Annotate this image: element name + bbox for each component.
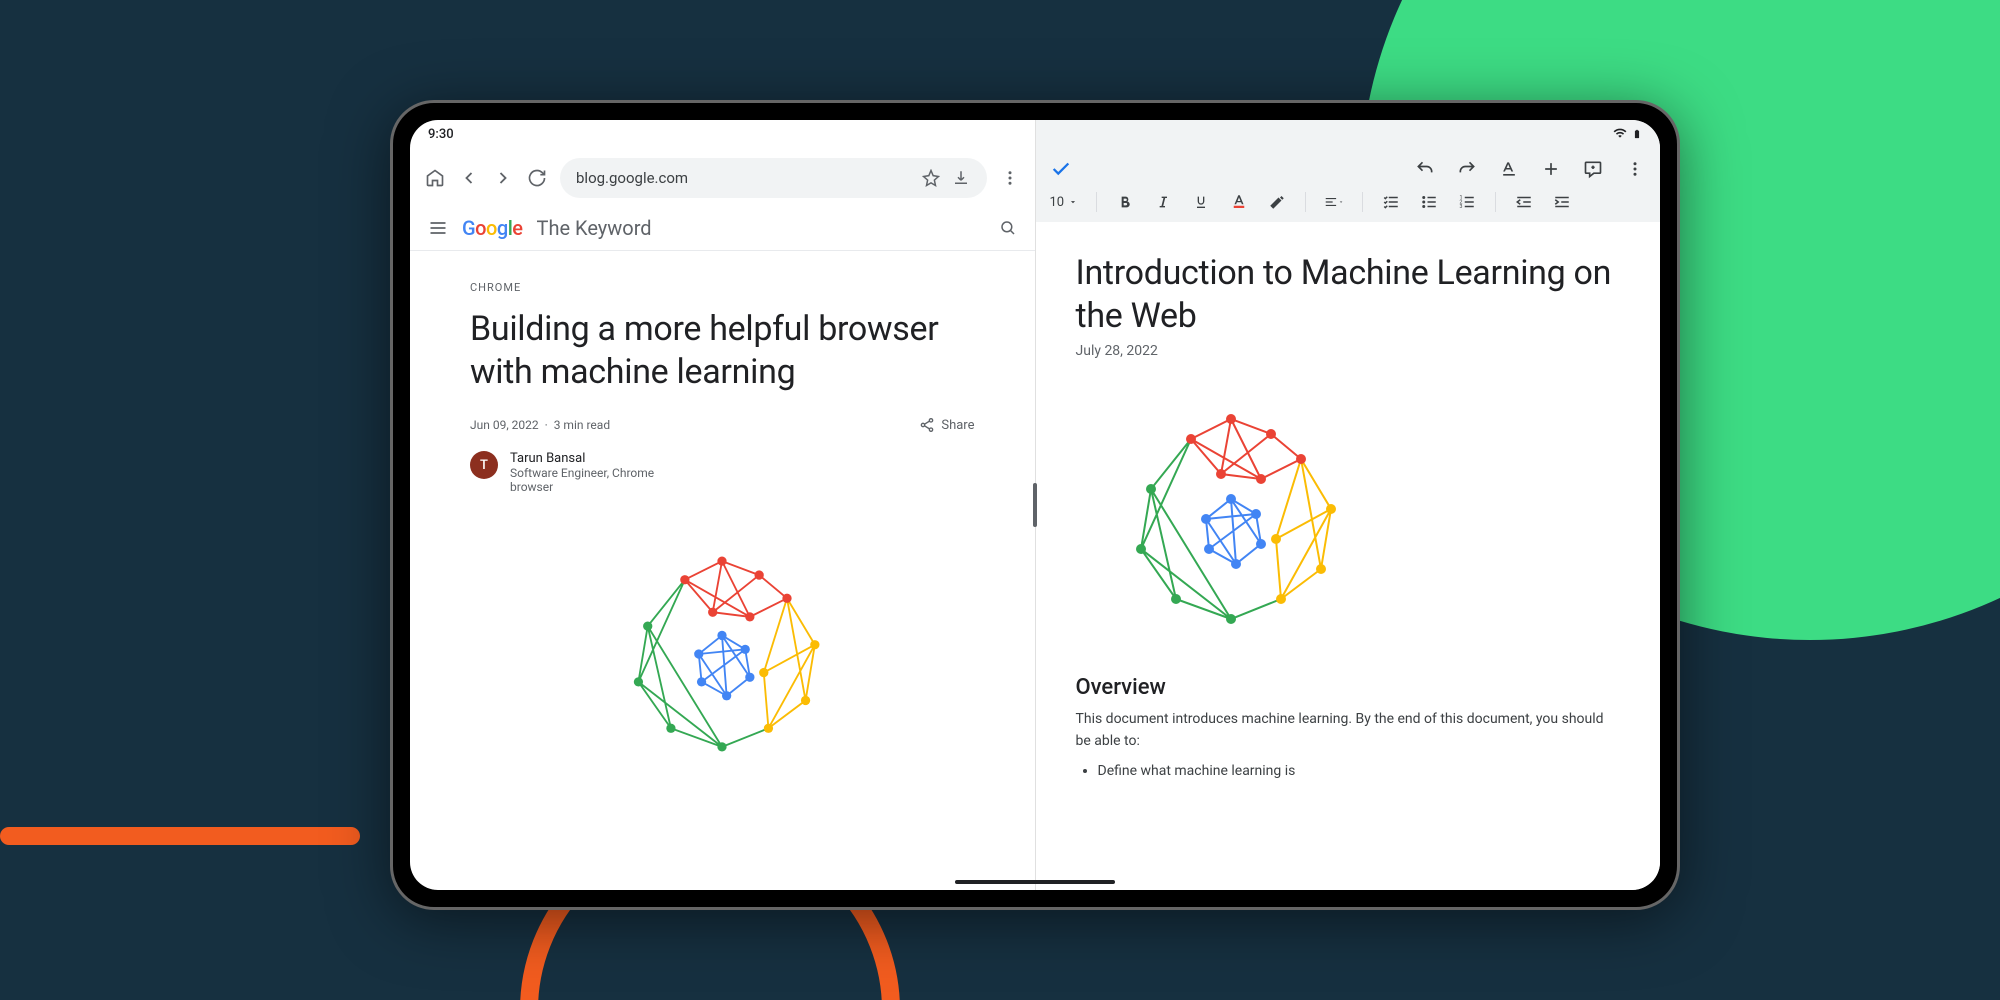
tablet-frame: 9:30 blog.google.com	[390, 100, 1680, 910]
article-title: Building a more helpful browser with mac…	[470, 308, 975, 393]
article-meta: Jun 09, 2022 · 3 min read	[470, 418, 610, 432]
docs-app-pane: 10 123 Introduction to	[1036, 120, 1661, 890]
omnibox-url: blog.google.com	[576, 169, 911, 187]
list-item: Define what machine learning is	[1098, 763, 1621, 779]
tablet-screen: 9:30 blog.google.com	[410, 120, 1660, 890]
site-header: Google The Keyword	[410, 206, 1035, 251]
section-heading: Overview	[1076, 675, 1621, 700]
dropdown-arrow-icon	[1068, 197, 1078, 207]
outdent-icon[interactable]	[1514, 192, 1534, 212]
author-role: Software Engineer, Chrome browser	[510, 466, 670, 494]
omnibox[interactable]: blog.google.com	[560, 158, 987, 198]
article-content: CHROME Building a more helpful browser w…	[410, 251, 1035, 814]
text-format-icon[interactable]	[1498, 158, 1520, 180]
bold-icon[interactable]	[1115, 192, 1135, 212]
star-icon[interactable]	[921, 168, 941, 188]
undo-icon[interactable]	[1414, 158, 1436, 180]
search-icon[interactable]	[999, 219, 1017, 237]
android-nav-handle[interactable]	[955, 880, 1115, 884]
reload-icon[interactable]	[526, 167, 548, 189]
doc-title: Introduction to Machine Learning on the …	[1076, 252, 1621, 337]
svg-text:3: 3	[1460, 204, 1463, 210]
download-icon[interactable]	[951, 168, 971, 188]
doc-illustration	[1076, 379, 1621, 659]
insert-plus-icon[interactable]	[1540, 158, 1562, 180]
home-icon[interactable]	[424, 167, 446, 189]
author-block: T Tarun Bansal Software Engineer, Chrome…	[470, 451, 975, 494]
back-icon[interactable]	[458, 167, 480, 189]
document-body[interactable]: Introduction to Machine Learning on the …	[1036, 222, 1661, 890]
chrome-menu-icon[interactable]	[999, 167, 1021, 189]
highlight-icon[interactable]	[1267, 192, 1287, 212]
checklist-icon[interactable]	[1381, 192, 1401, 212]
font-size-selector[interactable]: 10	[1050, 195, 1079, 210]
google-logo: Google	[462, 216, 523, 240]
bullet-list-icon[interactable]	[1419, 192, 1439, 212]
text-color-icon[interactable]	[1229, 192, 1249, 212]
article-category: CHROME	[470, 281, 975, 294]
redo-icon[interactable]	[1456, 158, 1478, 180]
done-check-icon[interactable]	[1050, 158, 1072, 180]
chrome-toolbar: blog.google.com	[410, 120, 1035, 206]
section-paragraph: This document introduces machine learnin…	[1076, 708, 1621, 753]
article-hero-illustration	[470, 524, 975, 784]
docs-main-toolbar	[1036, 120, 1661, 186]
split-divider-handle[interactable]	[1033, 483, 1037, 527]
chrome-app-pane: blog.google.com Google The Keyword CHROM…	[410, 120, 1036, 890]
bullet-list: Define what machine learning is	[1076, 763, 1621, 779]
indent-icon[interactable]	[1552, 192, 1572, 212]
docs-format-toolbar: 10 123	[1036, 186, 1661, 222]
background-orange-line	[0, 827, 360, 845]
forward-icon[interactable]	[492, 167, 514, 189]
italic-icon[interactable]	[1153, 192, 1173, 212]
doc-date: July 28, 2022	[1076, 343, 1621, 359]
hamburger-icon[interactable]	[428, 218, 448, 238]
comment-icon[interactable]	[1582, 158, 1604, 180]
site-title: The Keyword	[537, 216, 652, 240]
share-icon	[919, 417, 935, 433]
share-button[interactable]: Share	[919, 417, 974, 433]
align-icon[interactable]	[1324, 192, 1344, 212]
author-avatar: T	[470, 451, 498, 479]
underline-icon[interactable]	[1191, 192, 1211, 212]
author-name: Tarun Bansal	[510, 451, 670, 466]
docs-menu-icon[interactable]	[1624, 158, 1646, 180]
numbered-list-icon[interactable]: 123	[1457, 192, 1477, 212]
